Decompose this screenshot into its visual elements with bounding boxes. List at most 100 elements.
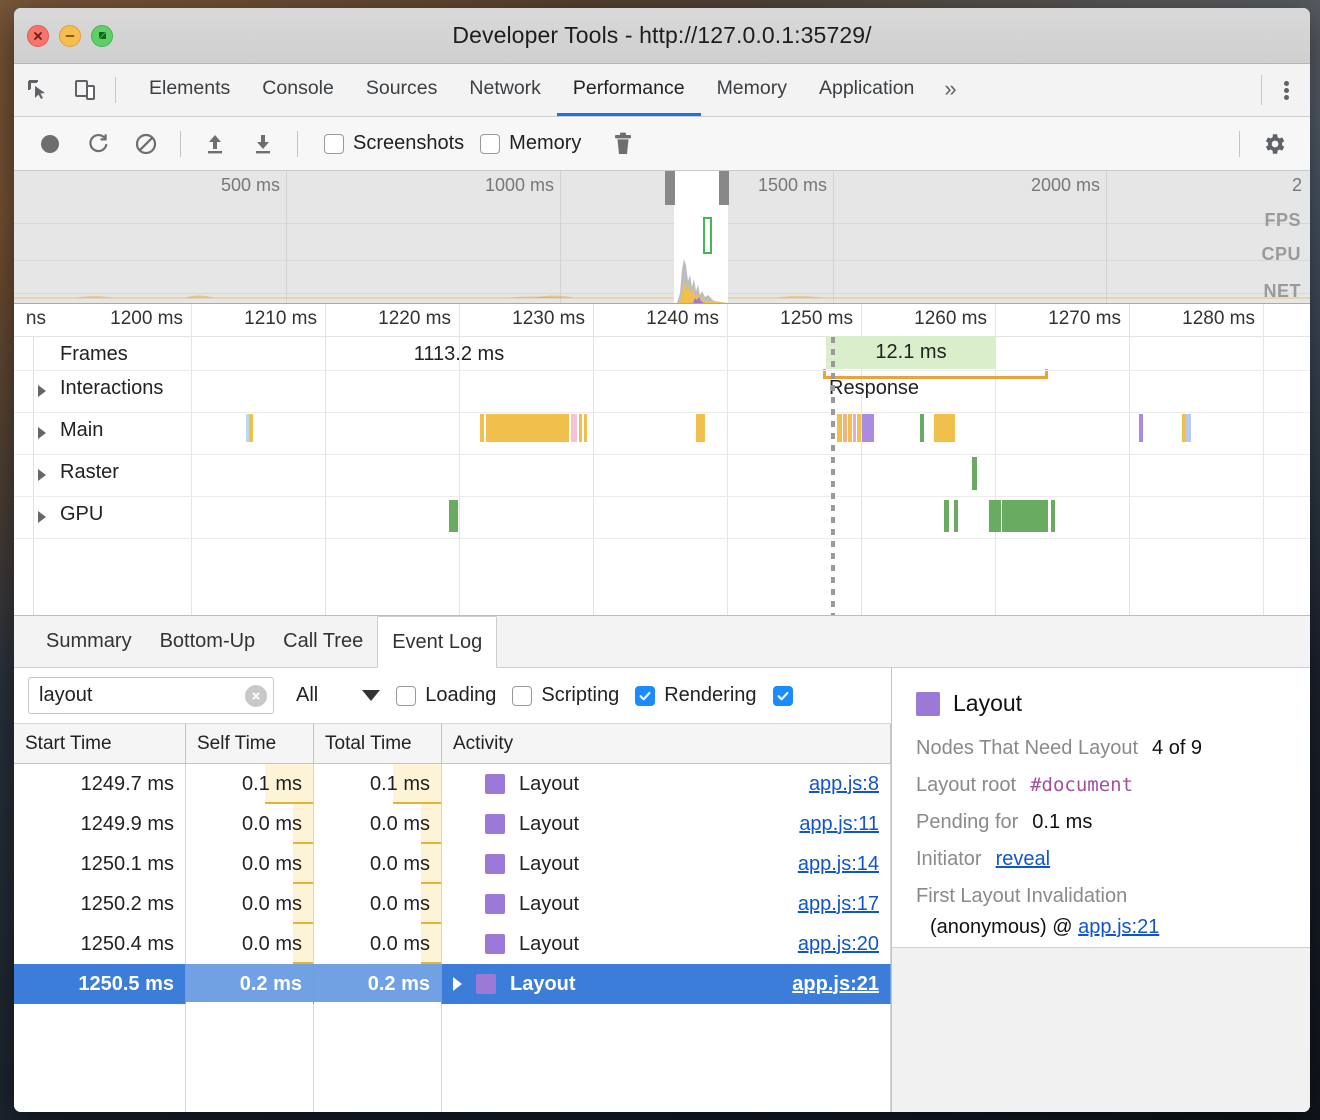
tab-elements[interactable]: Elements (133, 64, 246, 116)
timeline-overview[interactable]: 500 ms 1000 ms 1500 ms 2000 ms 2 FPS CPU… (14, 171, 1310, 304)
column-header-self-time[interactable]: Self Time (186, 724, 314, 763)
search-input[interactable] (28, 677, 274, 714)
painting-checkbox[interactable] (773, 686, 793, 706)
playhead-cursor[interactable] (831, 337, 835, 615)
table-row[interactable]: 1250.1 ms 0.0 ms 0.0 ms Layout app.js:14 (14, 844, 891, 884)
flame-event[interactable] (862, 414, 874, 442)
scripting-filter-item[interactable]: Scripting (512, 684, 619, 707)
duration-filter-select[interactable]: All (296, 684, 380, 707)
flame-event[interactable] (920, 414, 924, 442)
flame-event[interactable] (1051, 500, 1055, 532)
maximize-icon[interactable] (91, 25, 113, 47)
tab-performance[interactable]: Performance (557, 64, 701, 116)
flame-event[interactable] (1186, 414, 1191, 442)
memory-checkbox[interactable] (480, 134, 500, 154)
stack-source-link[interactable]: app.js:21 (1078, 916, 1159, 938)
tab-call-tree[interactable]: Call Tree (269, 616, 377, 667)
column-header-total-time[interactable]: Total Time (314, 724, 442, 763)
save-profile-icon[interactable] (239, 124, 287, 164)
clear-input-icon[interactable] (245, 685, 267, 707)
rendering-filter-item[interactable]: Rendering (635, 684, 756, 707)
source-link[interactable]: app.js:14 (798, 853, 879, 876)
table-row[interactable]: 1250.5 ms 0.2 ms 0.2 ms Layout app.js:21 (14, 964, 891, 1004)
flame-chart[interactable]: ns 1200 ms 1210 ms 1220 ms 1230 ms 1240 … (14, 304, 1310, 615)
screenshots-checkbox-item[interactable]: Screenshots (324, 132, 464, 155)
inspect-element-icon[interactable] (14, 64, 61, 116)
flame-event[interactable] (1002, 500, 1048, 532)
source-link[interactable]: app.js:17 (798, 893, 879, 916)
tab-network[interactable]: Network (453, 64, 557, 116)
tab-bottom-up[interactable]: Bottom-Up (146, 616, 270, 667)
record-circle-icon[interactable] (26, 124, 74, 164)
flame-event[interactable] (989, 500, 1001, 532)
source-link[interactable]: app.js:21 (792, 973, 879, 996)
source-link[interactable]: app.js:20 (798, 933, 879, 956)
tab-sources[interactable]: Sources (350, 64, 454, 116)
scripting-checkbox[interactable] (512, 686, 532, 706)
flame-event[interactable] (486, 414, 569, 442)
flame-event[interactable] (449, 500, 458, 532)
reload-and-record-icon[interactable] (74, 124, 122, 164)
tab-event-log[interactable]: Event Log (377, 616, 497, 668)
trash-icon[interactable] (599, 124, 647, 164)
tab-summary[interactable]: Summary (32, 616, 146, 667)
cell-self-time: 0.2 ms (186, 964, 314, 1004)
load-profile-icon[interactable] (191, 124, 239, 164)
tab-application[interactable]: Application (803, 64, 930, 116)
table-row[interactable]: 1249.9 ms 0.0 ms 0.0 ms Layout app.js:11 (14, 804, 891, 844)
flame-event[interactable] (972, 457, 977, 490)
frame-duration-label[interactable]: 1113.2 ms (325, 343, 593, 366)
flame-event[interactable] (853, 414, 856, 442)
loading-checkbox[interactable] (396, 686, 416, 706)
track-label-interactions[interactable]: Interactions (60, 377, 163, 400)
flame-event[interactable] (696, 414, 705, 442)
flame-event[interactable] (848, 414, 852, 442)
flame-event[interactable] (837, 414, 842, 442)
initiator-link[interactable]: reveal (996, 848, 1050, 871)
table-row[interactable]: 1250.2 ms 0.0 ms 0.0 ms Layout app.js:17 (14, 884, 891, 924)
rendering-checkbox[interactable] (635, 686, 655, 706)
column-header-activity[interactable]: Activity (442, 724, 891, 763)
expand-gpu-icon[interactable] (38, 511, 46, 523)
device-toolbar-icon[interactable] (61, 64, 108, 116)
memory-checkbox-item[interactable]: Memory (480, 132, 581, 155)
track-label-gpu[interactable]: GPU (60, 503, 103, 526)
flame-event[interactable] (571, 414, 577, 442)
gear-icon[interactable] (1250, 124, 1298, 164)
flame-event[interactable] (944, 500, 949, 532)
close-icon[interactable] (27, 25, 49, 47)
expand-interactions-icon[interactable] (38, 385, 46, 397)
track-label-raster[interactable]: Raster (60, 461, 119, 484)
clear-recording-icon[interactable] (122, 124, 170, 164)
overview-window-handle-left[interactable] (665, 171, 675, 205)
flame-event[interactable] (843, 414, 847, 442)
expand-main-icon[interactable] (38, 427, 46, 439)
source-link[interactable]: app.js:11 (799, 813, 879, 836)
track-label-main[interactable]: Main (60, 419, 103, 442)
flame-event[interactable] (934, 414, 955, 442)
painting-filter-item[interactable] (773, 686, 802, 706)
flame-event[interactable] (249, 414, 253, 442)
source-link[interactable]: app.js:8 (809, 773, 879, 796)
column-header-start-time[interactable]: Start Time (14, 724, 186, 763)
loading-filter-item[interactable]: Loading (396, 684, 496, 707)
flame-event[interactable] (1139, 414, 1143, 442)
more-tabs-button[interactable]: » (930, 64, 970, 116)
flame-event[interactable] (480, 414, 484, 442)
minimize-icon[interactable] (59, 25, 81, 47)
expand-raster-icon[interactable] (38, 469, 46, 481)
table-row[interactable]: 1250.4 ms 0.0 ms 0.0 ms Layout app.js:20 (14, 924, 891, 964)
screenshots-checkbox[interactable] (324, 134, 344, 154)
overview-window-handle-right[interactable] (719, 171, 729, 205)
tab-console[interactable]: Console (246, 64, 350, 116)
response-band[interactable]: 12.1 ms (826, 336, 996, 369)
flame-event[interactable] (584, 414, 587, 442)
kebab-menu-icon[interactable] (1262, 64, 1310, 116)
table-row[interactable]: 1249.7 ms 0.1 ms 0.1 ms Layout app.js:8 (14, 764, 891, 804)
flame-event[interactable] (857, 414, 861, 442)
tab-memory[interactable]: Memory (701, 64, 803, 116)
flame-event[interactable] (579, 414, 582, 442)
flame-event[interactable] (954, 500, 958, 532)
detail-value[interactable]: #document (1030, 774, 1133, 796)
expand-row-icon[interactable] (453, 977, 462, 991)
